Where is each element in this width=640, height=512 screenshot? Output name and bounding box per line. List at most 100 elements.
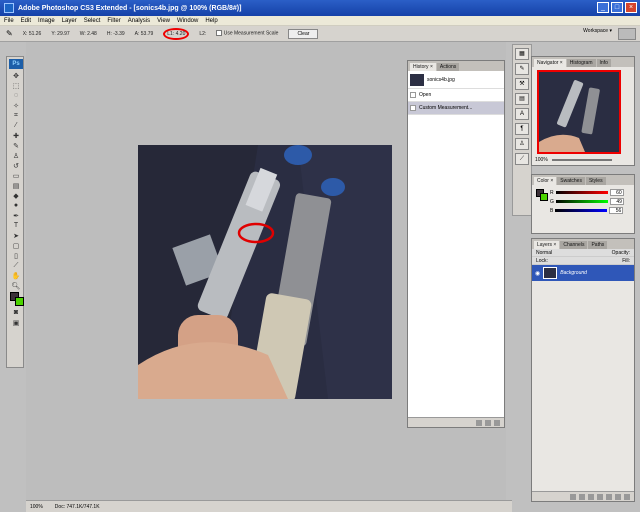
new-document-icon[interactable] (476, 419, 482, 426)
blur-tool-icon[interactable]: ◆ (10, 191, 22, 200)
blend-mode-select[interactable]: Normal (536, 250, 552, 256)
maximize-button[interactable]: □ (611, 2, 623, 13)
eye-icon[interactable]: ◉ (535, 270, 540, 277)
b-value[interactable]: 56 (609, 207, 624, 214)
menu-analysis[interactable]: Analysis (128, 18, 150, 24)
tab-color[interactable]: Color × (534, 177, 557, 185)
tab-channels[interactable]: Channels (560, 241, 588, 249)
g-slider[interactable] (555, 200, 608, 203)
checkbox[interactable] (216, 30, 223, 37)
navigator-preview[interactable] (537, 70, 621, 154)
type-tool-icon[interactable]: T (10, 221, 22, 230)
step-checkbox[interactable] (410, 92, 416, 98)
close-button[interactable]: × (625, 2, 637, 13)
menu-image[interactable]: Image (38, 18, 55, 24)
g-value[interactable]: 49 (609, 198, 624, 205)
tab-navigator[interactable]: Navigator × (534, 59, 566, 67)
bridge-icon[interactable] (618, 28, 636, 40)
eyedropper-icon[interactable]: ⁄ (10, 121, 22, 130)
move-tool-icon[interactable]: ✥ (10, 71, 22, 80)
quick-mask-icon[interactable]: ◙ (10, 308, 22, 317)
dodge-tool-icon[interactable]: ● (10, 201, 22, 210)
clone-source-dock-icon[interactable]: ♙ (515, 138, 529, 150)
adjustment-icon[interactable] (597, 493, 603, 500)
measure-log-dock-icon[interactable]: ⟋ (515, 153, 529, 165)
snapshot-label: sonics4b.jpg (427, 76, 455, 83)
clone-stamp-icon[interactable]: ♙ (10, 151, 22, 160)
photoshop-app-icon (4, 3, 14, 13)
folder-icon[interactable] (606, 493, 612, 500)
doc-size: Doc: 747.1K/747.1K (54, 503, 100, 510)
path-select-icon[interactable]: ➤ (10, 231, 22, 240)
menu-edit[interactable]: Edit (21, 18, 31, 24)
eraser-icon[interactable]: ▭ (10, 171, 22, 180)
navigator-zoom[interactable]: 100% (535, 157, 548, 163)
history-snapshot[interactable]: sonics4b.jpg (408, 71, 504, 89)
layer-comps-dock-icon[interactable]: ▤ (515, 93, 529, 105)
paragraph-dock-icon[interactable]: ¶ (515, 123, 529, 135)
r-value[interactable]: 60 (609, 189, 624, 196)
tool-presets-dock-icon[interactable]: ⚒ (515, 78, 529, 90)
tab-histogram[interactable]: Histogram (566, 59, 596, 67)
shape-tool-icon[interactable]: ▢ (10, 241, 22, 250)
tab-layers[interactable]: Layers × (534, 241, 560, 249)
brush-tool-icon[interactable]: ✎ (10, 141, 22, 150)
zoom-level[interactable]: 100% (30, 504, 43, 510)
tab-actions[interactable]: Actions (436, 63, 460, 71)
magic-wand-icon[interactable]: ✧ (10, 101, 22, 110)
menu-select[interactable]: Select (84, 18, 101, 24)
mask-icon[interactable] (588, 493, 594, 500)
step-checkbox[interactable] (410, 105, 416, 111)
fx-icon[interactable] (579, 493, 585, 500)
notes-tool-icon[interactable]: ▯ (10, 251, 22, 260)
trash-icon[interactable] (494, 419, 500, 426)
snapshot-icon[interactable] (485, 419, 491, 426)
menu-file[interactable]: File (4, 18, 14, 24)
menu-filter[interactable]: Filter (107, 18, 120, 24)
b-slider[interactable] (555, 209, 608, 212)
use-scale-label: Use Measurement Scale (223, 30, 279, 37)
tab-info[interactable]: Info (596, 59, 611, 67)
w-field: W: 2.48 (79, 30, 97, 37)
layer-row[interactable]: ◉ Background (532, 265, 634, 281)
tab-history[interactable]: History × (410, 63, 436, 71)
brushes-dock-icon[interactable]: ✎ (515, 63, 529, 75)
use-measurement-scale[interactable]: Use Measurement Scale (216, 30, 279, 37)
new-layer-icon[interactable] (615, 493, 621, 500)
history-step-selected[interactable]: Custom Measurement... (408, 102, 504, 115)
r-slider[interactable] (555, 191, 608, 194)
link-icon[interactable] (570, 493, 576, 500)
zoom-slider[interactable] (551, 159, 612, 161)
document-image[interactable] (138, 145, 392, 399)
screen-mode-icon[interactable]: ▣ (10, 318, 22, 327)
pen-tool-icon[interactable]: ✒ (10, 211, 22, 220)
ruler-tool-icon[interactable]: ⟋ (10, 261, 22, 270)
ruler-tool-icon[interactable]: ✎ (6, 29, 13, 38)
fg-bg-swatch[interactable] (536, 189, 548, 201)
menu-help[interactable]: Help (205, 18, 217, 24)
crop-tool-icon[interactable]: ⌗ (10, 111, 22, 120)
trash-icon[interactable] (624, 493, 630, 500)
minimize-button[interactable]: _ (597, 2, 609, 13)
healing-brush-icon[interactable]: ✚ (10, 131, 22, 140)
color-swatch-icon[interactable] (10, 291, 24, 307)
gradient-icon[interactable]: ▤ (10, 181, 22, 190)
menu-view[interactable]: View (157, 18, 170, 24)
zoom-tool-icon[interactable]: 🔍︎ (10, 281, 22, 290)
character-dock-icon[interactable]: A (515, 108, 529, 120)
length1-field: L1: 4.20 (163, 27, 190, 40)
navigator-dock-icon[interactable]: ▦ (515, 48, 529, 60)
clear-button[interactable]: Clear (288, 28, 319, 39)
tab-styles[interactable]: Styles (585, 177, 606, 185)
marquee-tool-icon[interactable]: ⬚ (10, 81, 22, 90)
history-brush-icon[interactable]: ↺ (10, 161, 22, 170)
tab-paths[interactable]: Paths (588, 241, 608, 249)
hand-tool-icon[interactable]: ✋ (10, 271, 22, 280)
menu-layer[interactable]: Layer (62, 18, 77, 24)
history-step[interactable]: Open (408, 89, 504, 102)
step-label: Custom Measurement... (419, 105, 473, 111)
lasso-tool-icon[interactable]: ◌ (10, 91, 22, 100)
tab-swatches[interactable]: Swatches (557, 177, 585, 185)
workspace-button[interactable]: Workspace ▾ (583, 28, 612, 34)
menu-window[interactable]: Window (177, 18, 198, 24)
